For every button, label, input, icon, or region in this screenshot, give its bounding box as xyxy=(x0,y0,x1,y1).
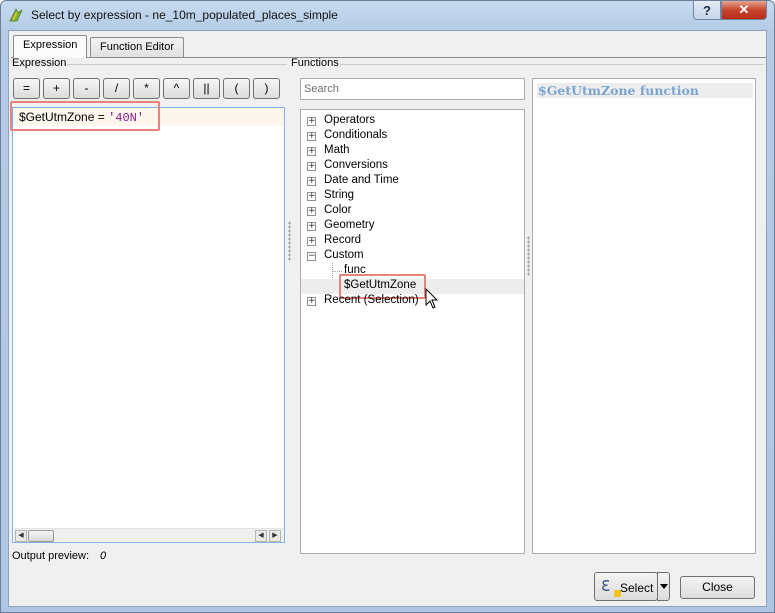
function-tree[interactable]: + Operators + Conditionals + Math + Conv… xyxy=(300,109,525,554)
scroll-right-arrow-icon[interactable]: ▶ xyxy=(269,530,281,542)
tree-item-label: Conversions xyxy=(324,159,388,171)
select-dropdown-button[interactable] xyxy=(657,572,670,601)
tree-item-label: Operators xyxy=(324,114,376,126)
tab-function-editor[interactable]: Function Editor xyxy=(90,37,184,57)
tree-item-label: Date and Time xyxy=(324,174,399,186)
help-button[interactable]: ? xyxy=(693,1,721,20)
expression-group-line xyxy=(67,64,287,65)
tree-item-string[interactable]: + String xyxy=(301,189,524,204)
tree-item-custom[interactable]: − Custom xyxy=(301,249,524,264)
tree-item-label: Math xyxy=(324,144,350,156)
expand-icon[interactable]: + xyxy=(307,147,316,156)
operator-equals-button[interactable]: = xyxy=(13,78,40,99)
dialog-window: Select by expression - ne_10m_populated_… xyxy=(0,0,775,613)
close-button[interactable]: Close xyxy=(680,576,755,599)
mouse-cursor-icon xyxy=(425,288,439,309)
expand-icon[interactable]: + xyxy=(307,207,316,216)
tree-item-conversions[interactable]: + Conversions xyxy=(301,159,524,174)
tree-item-record[interactable]: + Record xyxy=(301,234,524,249)
tree-item-color[interactable]: + Color xyxy=(301,204,524,219)
tree-item-label: String xyxy=(324,189,355,201)
expression-select-icon: ℇ xyxy=(601,577,621,597)
functions-section-label: Functions xyxy=(291,57,339,69)
expand-icon[interactable]: + xyxy=(307,297,316,306)
editor-horizontal-scrollbar[interactable]: ◀ ◀ ▶ xyxy=(14,528,284,542)
scroll-left-arrow-icon[interactable]: ◀ xyxy=(255,530,267,542)
expression-annotation-box xyxy=(10,101,160,131)
tree-item-operators[interactable]: + Operators xyxy=(301,114,524,129)
tree-item-label: Color xyxy=(324,204,352,216)
tree-item-recent-selection[interactable]: + Recent (Selection) xyxy=(301,294,524,309)
tree-item-math[interactable]: + Math xyxy=(301,144,524,159)
tree-item-label: Record xyxy=(324,234,362,246)
tree-item-conditionals[interactable]: + Conditionals xyxy=(301,129,524,144)
tree-item-date-and-time[interactable]: + Date and Time xyxy=(301,174,524,189)
collapse-icon[interactable]: − xyxy=(307,252,316,261)
expand-icon[interactable]: + xyxy=(307,117,316,126)
function-help-panel: $GetUtmZone function xyxy=(532,78,756,554)
expand-icon[interactable]: + xyxy=(307,222,316,231)
tree-item-label: Geometry xyxy=(324,219,375,231)
qgis-app-icon xyxy=(9,8,23,22)
dialog-body: Expression Function Editor Expression Fu… xyxy=(8,30,767,607)
operator-close-paren-button[interactable]: ) xyxy=(253,78,280,99)
function-search-input[interactable]: Search xyxy=(300,78,525,100)
output-preview-value: 0 xyxy=(100,550,107,562)
expand-icon[interactable]: + xyxy=(307,237,316,246)
tree-item-label: Conditionals xyxy=(324,129,388,141)
splitter-handle[interactable] xyxy=(527,236,530,276)
select-button-label: Select xyxy=(620,581,654,595)
splitter-handle[interactable] xyxy=(288,221,291,261)
help-title: $GetUtmZone function xyxy=(537,83,753,98)
expand-icon[interactable]: + xyxy=(307,192,316,201)
operator-minus-button[interactable]: - xyxy=(73,78,100,99)
title-bar[interactable]: Select by expression - ne_10m_populated_… xyxy=(1,1,774,30)
expand-icon[interactable]: + xyxy=(307,162,316,171)
expression-section-label: Expression xyxy=(12,57,67,69)
window-close-button[interactable]: ✕ xyxy=(721,1,767,20)
functions-group-line xyxy=(340,64,764,65)
operator-concat-button[interactable]: || xyxy=(193,78,220,99)
scroll-left-arrow-icon[interactable]: ◀ xyxy=(15,530,27,542)
operator-divide-button[interactable]: / xyxy=(103,78,130,99)
operator-power-button[interactable]: ^ xyxy=(163,78,190,99)
tab-expression[interactable]: Expression xyxy=(13,35,88,58)
operator-open-paren-button[interactable]: ( xyxy=(223,78,250,99)
tree-item-label: Recent (Selection) xyxy=(324,294,419,306)
expand-icon[interactable]: + xyxy=(307,177,316,186)
tree-item-label: Custom xyxy=(324,249,364,261)
tree-item-geometry[interactable]: + Geometry xyxy=(301,219,524,234)
scrollbar-thumb[interactable] xyxy=(28,530,54,542)
expand-icon[interactable]: + xyxy=(307,132,316,141)
operator-plus-button[interactable]: + xyxy=(43,78,70,99)
search-placeholder: Search xyxy=(304,83,339,95)
operator-multiply-button[interactable]: * xyxy=(133,78,160,99)
window-title: Select by expression - ne_10m_populated_… xyxy=(31,8,338,22)
tab-divider xyxy=(11,57,766,58)
expression-editor[interactable]: $GetUtmZone = '40N' ◀ ◀ ▶ xyxy=(12,107,285,543)
chevron-down-icon xyxy=(660,584,668,589)
output-preview-label: Output preview: xyxy=(12,550,90,562)
select-button[interactable]: ℇ Select xyxy=(594,572,658,601)
